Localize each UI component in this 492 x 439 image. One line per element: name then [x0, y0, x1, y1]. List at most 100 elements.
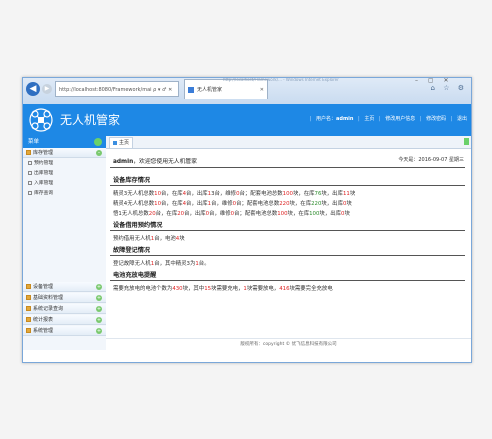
- sidebar-item-inbound[interactable]: 入库管理: [23, 179, 106, 188]
- text-segment: 台，出库: [184, 211, 206, 217]
- text-segment: 块，出库: [321, 201, 343, 207]
- value-highlight: 100: [282, 191, 293, 197]
- text-segment: 台，其中精灵3为: [154, 261, 196, 267]
- sidebar-group-reports[interactable]: 统计报表 +: [23, 315, 106, 325]
- sidebar-group-label: 系统管理: [33, 328, 54, 334]
- browser-tab-title: 无人机管家: [197, 87, 223, 93]
- sidebar-item-label: 库存查询: [34, 191, 54, 196]
- stock-line: 精灵4无人机总数10台，在库4台，出库1台，维修0台；配套电池总数220块，在库…: [113, 199, 352, 207]
- sidebar: 菜单 库存管理 – 预约管理 出库管理 入库管理 库存查询 设备管理 + 基础资料…: [23, 136, 107, 350]
- text-segment: 台。: [198, 261, 210, 267]
- expand-icon[interactable]: +: [96, 295, 102, 301]
- drone-logo-icon: [29, 108, 53, 132]
- value-highlight: 100: [277, 211, 288, 217]
- divider: [110, 280, 465, 281]
- text-segment: 块，在库: [292, 191, 315, 197]
- change-password-link[interactable]: 修改密码: [426, 116, 446, 122]
- home-icon: [113, 141, 117, 145]
- fault-line: 登记故障无人机1台，其中精灵3为1台。: [113, 259, 210, 267]
- main-content: 主页 admin，欢迎您使用无人机管家 今天是：2016-09-07 星期三 设…: [106, 136, 471, 350]
- expand-icon[interactable]: +: [96, 284, 102, 290]
- text-segment: 悟1无人机总数: [113, 211, 149, 217]
- page-icon: [28, 181, 32, 185]
- welcome-text: admin，欢迎您使用无人机管家: [113, 156, 197, 165]
- folder-icon: [26, 284, 31, 289]
- text-segment: 台，在库: [155, 211, 178, 217]
- sidebar-item-reservation[interactable]: 预约管理: [23, 159, 106, 168]
- text-segment: 台，出库: [186, 201, 208, 207]
- home-link[interactable]: 主页: [364, 116, 374, 122]
- edit-info-link[interactable]: 修改用户信息: [385, 116, 415, 122]
- value-highlight: 11: [342, 191, 350, 197]
- window-controls[interactable]: – ▢ ✕: [415, 78, 453, 84]
- collapse-icon[interactable]: –: [96, 150, 102, 156]
- text-segment: 块，其中: [182, 286, 205, 292]
- sidebar-item-stock-query[interactable]: 库存查询: [23, 189, 106, 198]
- divider: [110, 167, 465, 168]
- tab-home[interactable]: 主页: [109, 137, 133, 148]
- page-icon: [28, 191, 32, 195]
- close-tab-icon[interactable]: ✕: [260, 80, 264, 99]
- browser-tab[interactable]: 无人机管家 ✕: [184, 79, 268, 99]
- value-highlight: 20: [148, 211, 156, 217]
- value-highlight: 10: [154, 201, 162, 207]
- text-segment: 台，电池: [154, 236, 176, 242]
- value-highlight: 416: [279, 286, 290, 292]
- folder-icon: [26, 150, 31, 155]
- text-segment: 台，在库: [161, 201, 183, 207]
- user-name: admin: [336, 116, 354, 122]
- section-title-battery: 电池充放电提醒: [113, 272, 157, 279]
- today-date: 今天是：2016-09-07 星期三: [398, 157, 464, 163]
- sidebar-header: 菜单: [23, 136, 106, 148]
- text-segment: 预约借用无人机: [113, 236, 151, 242]
- app-header: 无人机管家 | 用户名：admin | 主页 | 修改用户信息 | 修改密码 |…: [23, 104, 471, 136]
- tab-scroll-icon[interactable]: [464, 138, 469, 145]
- forward-button[interactable]: ▶: [42, 84, 52, 94]
- text-segment: 台，维修: [209, 211, 231, 217]
- folder-icon: [26, 295, 31, 300]
- sidebar-group-inventory[interactable]: 库存管理 –: [23, 148, 106, 158]
- browser-toolbar: ◀ ▶ http://localhost:8080/Framework/mai …: [23, 78, 471, 105]
- text-segment: 精灵3无人机总数: [113, 191, 155, 197]
- expand-icon[interactable]: +: [96, 317, 102, 323]
- collapse-sidebar-icon[interactable]: [94, 138, 102, 146]
- sidebar-item-label: 出库管理: [34, 171, 54, 176]
- sidebar-item-outbound[interactable]: 出库管理: [23, 169, 106, 178]
- app-title: 无人机管家: [60, 113, 121, 127]
- text-segment: 精灵4无人机总数: [113, 201, 155, 207]
- sidebar-group-logs[interactable]: 系统记录查询 +: [23, 304, 106, 314]
- browser-tools-icon[interactable]: ⌂ ☆ ⚙: [431, 84, 467, 92]
- text-segment: 台；配套电池总数: [234, 211, 278, 217]
- divider: [110, 230, 465, 231]
- favicon-icon: [188, 87, 194, 93]
- address-bar[interactable]: http://localhost:8080/Framework/mai ρ ▾ …: [55, 81, 179, 97]
- sidebar-title: 菜单: [28, 139, 40, 145]
- welcome-message: ，欢迎您使用无人机管家: [133, 159, 197, 165]
- sidebar-group-label: 库存管理: [33, 150, 54, 156]
- reservation-line: 预约借用无人机1台，电池4块: [113, 234, 185, 242]
- page-icon: [28, 171, 32, 175]
- sidebar-group-label: 系统记录查询: [33, 306, 64, 312]
- logout-link[interactable]: 退出: [457, 116, 467, 122]
- sidebar-item-label: 预约管理: [34, 161, 54, 166]
- text-segment: 3台，维修: [211, 191, 237, 197]
- text-segment: 台，维修: [211, 201, 233, 207]
- text-segment: 块需要完全充放电: [289, 286, 333, 292]
- value-highlight: 100: [309, 211, 320, 217]
- expand-icon[interactable]: +: [96, 328, 102, 334]
- expand-icon[interactable]: +: [96, 306, 102, 312]
- tab-bar: 主页: [106, 136, 471, 149]
- sidebar-group-system[interactable]: 系统管理 +: [23, 326, 106, 336]
- value-highlight: 430: [172, 286, 183, 292]
- sidebar-group-devices[interactable]: 设备管理 +: [23, 282, 106, 292]
- sidebar-group-label: 设备管理: [33, 284, 54, 290]
- back-button[interactable]: ◀: [26, 82, 40, 96]
- sidebar-group-basic-data[interactable]: 基础资料管理 +: [23, 293, 106, 303]
- text-segment: 块，出库: [321, 191, 343, 197]
- footer: 版权所有：copyright © 优飞信息科技有限公司: [106, 338, 471, 351]
- stock-line: 悟1无人机总数20台，在库20台，出库0台，维修0台；配套电池总数100块，在库…: [113, 209, 350, 217]
- section-title-fault: 故障登记情况: [113, 247, 151, 254]
- sidebar-group-label: 基础资料管理: [33, 295, 64, 301]
- value-highlight: 220: [311, 201, 322, 207]
- section-title-stock: 设备库存情况: [113, 177, 151, 184]
